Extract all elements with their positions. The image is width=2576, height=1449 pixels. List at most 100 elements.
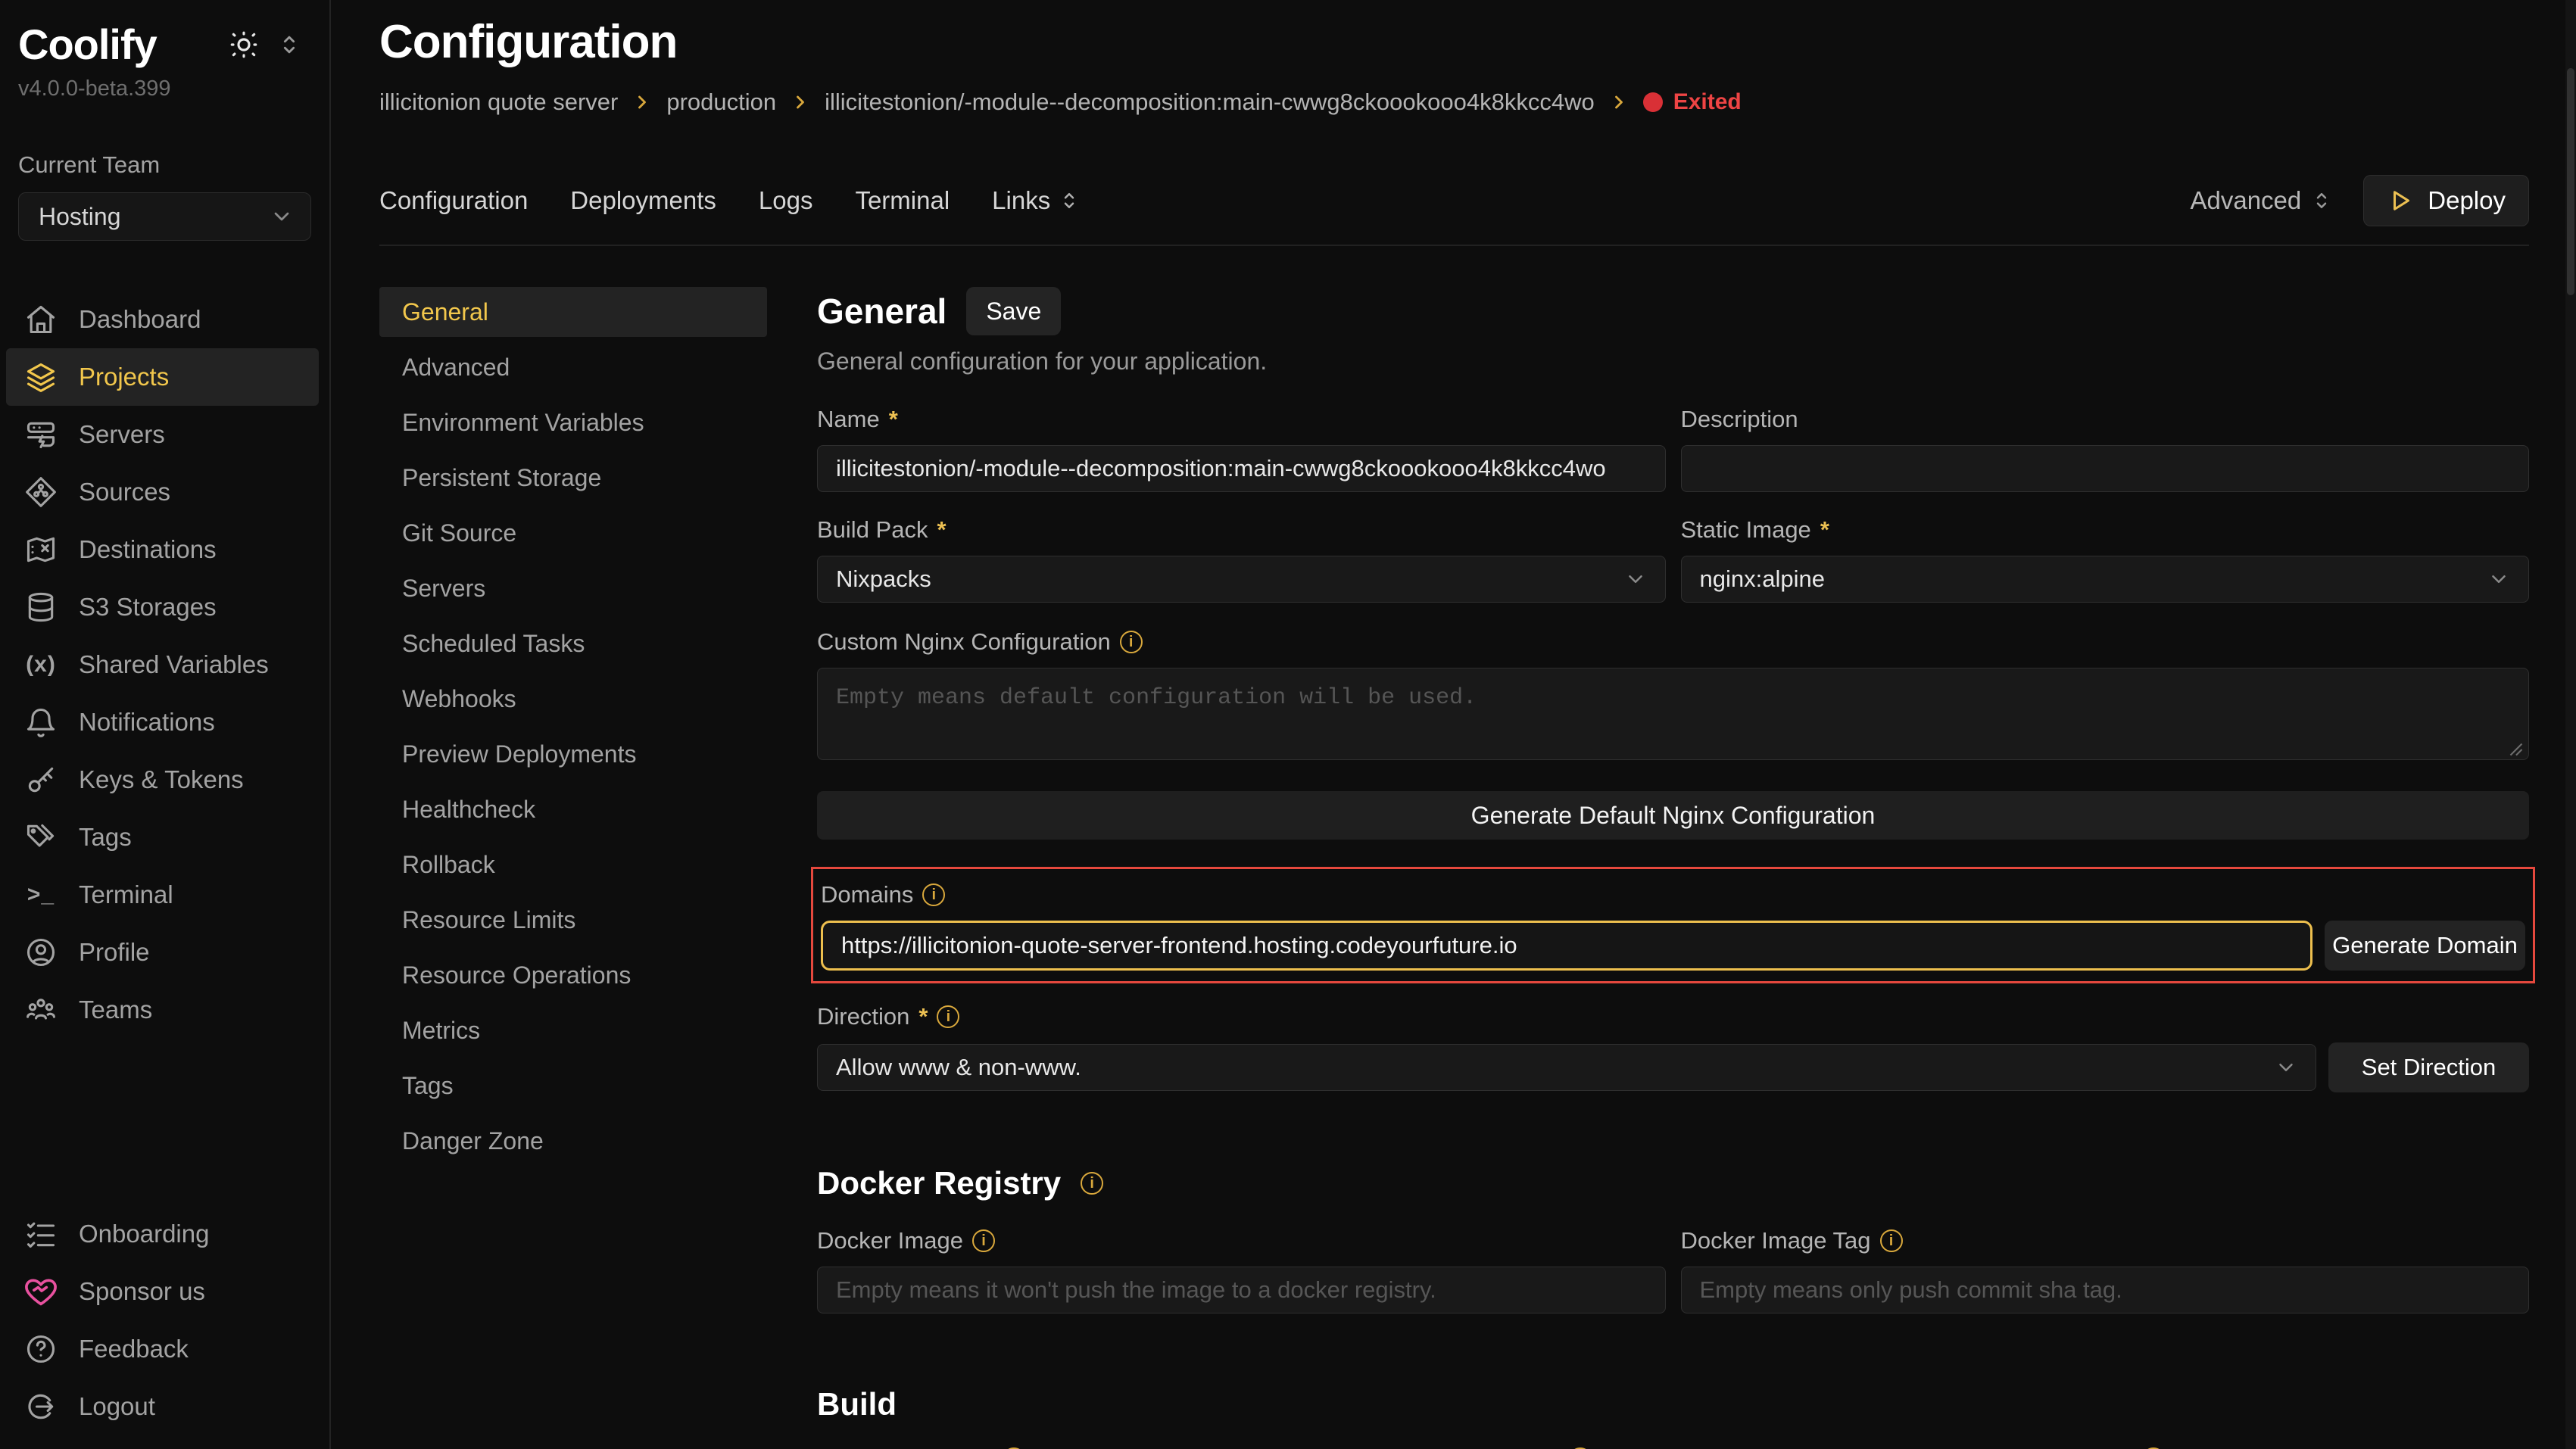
team-select[interactable]: Hosting [18,192,311,241]
layers-icon [24,360,58,394]
app-logo[interactable]: Coolify [18,20,157,69]
sidebar-item-keys-tokens[interactable]: Keys & Tokens [6,751,319,809]
sidebar-item-feedback[interactable]: Feedback [6,1320,319,1378]
checklist-icon [24,1217,58,1251]
custom-nginx-textarea[interactable] [817,668,2529,760]
required-marker: * [889,406,898,433]
config-nav-resource-limits[interactable]: Resource Limits [379,895,767,945]
domains-highlight-box: Domains i Generate Domain [811,867,2535,983]
docker-image-tag-input[interactable] [1681,1267,2530,1313]
required-marker: * [918,1003,928,1030]
instance-switcher-chevrons-icon[interactable] [276,32,302,58]
generate-nginx-button[interactable]: Generate Default Nginx Configuration [817,791,2529,840]
server-rack-icon [24,418,58,451]
config-nav-resource-operations[interactable]: Resource Operations [379,950,767,1000]
config-nav-metrics[interactable]: Metrics [379,1005,767,1055]
status-dot-icon [1643,92,1663,112]
description-label: Description [1681,406,1798,433]
build-pack-select[interactable]: Nixpacks [817,556,1666,603]
current-team-label: Current Team [0,151,329,179]
sidebar-item-sources[interactable]: Sources [6,463,319,521]
info-icon[interactable]: i [972,1229,995,1252]
section-title-general: General [817,291,947,332]
team-select-value: Hosting [39,203,121,231]
config-nav-environment-variables[interactable]: Environment Variables [379,397,767,447]
config-nav-healthcheck[interactable]: Healthcheck [379,784,767,834]
build-command-label: Build Command [1392,1445,1560,1449]
scrollbar-thumb[interactable] [2567,68,2574,295]
breadcrumb-project[interactable]: illicitonion quote server [379,89,618,116]
static-image-select[interactable]: nginx:alpine [1681,556,2530,603]
sidebar-nav: Dashboard Projects Servers Sources [0,291,329,1039]
tab-terminal[interactable]: Terminal [855,186,950,215]
app-root: Coolify v4.0.0-beta.399 Current Team Hos… [0,0,2576,1449]
name-input[interactable] [817,445,1666,492]
breadcrumb-environment[interactable]: production [666,89,776,116]
breadcrumb-chevron-icon [632,92,653,113]
description-input[interactable] [1681,445,2530,492]
chevron-down-icon [270,204,294,229]
config-nav-advanced[interactable]: Advanced [379,342,767,392]
domains-label: Domains [821,881,913,908]
config-nav-persistent-storage[interactable]: Persistent Storage [379,453,767,503]
chevron-down-icon [2487,568,2510,591]
theme-toggle-sun-icon[interactable] [228,29,260,61]
sidebar-item-destinations[interactable]: Destinations [6,521,319,578]
general-form: General Save General configuration for y… [767,246,2529,1449]
scrollbar[interactable] [2565,0,2576,1449]
save-button[interactable]: Save [966,287,1061,335]
map-icon [24,533,58,566]
config-nav-tags[interactable]: Tags [379,1061,767,1111]
deploy-button[interactable]: Deploy [2363,175,2529,226]
sidebar-item-notifications[interactable]: Notifications [6,693,319,751]
sidebar-item-logout[interactable]: Logout [6,1378,319,1435]
config-nav-webhooks[interactable]: Webhooks [379,674,767,724]
sidebar-item-onboarding[interactable]: Onboarding [6,1205,319,1263]
config-nav: General Advanced Environment Variables P… [379,246,767,1449]
key-icon [24,763,58,796]
breadcrumb-application[interactable]: illicitestonion/-module--decomposition:m… [825,89,1595,116]
terminal-prompt-icon: >_ [24,878,58,911]
config-nav-general[interactable]: General [379,287,767,337]
help-circle-icon [24,1332,58,1366]
sidebar-item-terminal[interactable]: >_ Terminal [6,866,319,924]
config-nav-servers[interactable]: Servers [379,563,767,613]
sidebar-item-profile[interactable]: Profile [6,924,319,981]
resize-handle-icon[interactable] [2509,743,2523,756]
config-nav-danger-zone[interactable]: Danger Zone [379,1116,767,1166]
page-title: Configuration [379,15,2529,69]
sidebar-item-tags[interactable]: Tags [6,809,319,866]
docker-image-tag-label: Docker Image Tag [1681,1227,1871,1254]
direction-select[interactable]: Allow www & non-www. [817,1044,2316,1091]
info-icon[interactable]: i [937,1005,959,1028]
docker-image-input[interactable] [817,1267,1666,1313]
variable-icon: (x) [24,648,58,681]
tab-deployments[interactable]: Deployments [570,186,716,215]
config-nav-preview-deployments[interactable]: Preview Deployments [379,729,767,779]
info-icon[interactable]: i [1120,631,1143,653]
tab-links[interactable]: Links [992,186,1081,215]
info-icon[interactable]: i [922,883,945,906]
config-nav-git-source[interactable]: Git Source [379,508,767,558]
sidebar-item-shared-variables[interactable]: (x) Shared Variables [6,636,319,693]
sidebar-item-sponsor-us[interactable]: Sponsor us [6,1263,319,1320]
set-direction-button[interactable]: Set Direction [2328,1042,2529,1092]
sidebar-item-teams[interactable]: Teams [6,981,319,1039]
advanced-selector[interactable]: Advanced [2190,186,2333,215]
tab-logs[interactable]: Logs [759,186,813,215]
heart-icon [24,1275,58,1308]
config-nav-scheduled-tasks[interactable]: Scheduled Tasks [379,619,767,668]
sidebar-item-s3-storages[interactable]: S3 Storages [6,578,319,636]
sidebar-item-projects[interactable]: Projects [6,348,319,406]
user-circle-icon [24,936,58,969]
domains-input[interactable] [821,921,2312,971]
generate-domain-button[interactable]: Generate Domain [2325,921,2525,971]
database-icon [24,591,58,624]
info-icon[interactable]: i [1081,1172,1103,1195]
tab-configuration[interactable]: Configuration [379,186,528,215]
chevrons-up-down-icon [1058,189,1081,212]
info-icon[interactable]: i [1880,1229,1903,1252]
config-nav-rollback[interactable]: Rollback [379,840,767,890]
sidebar-item-servers[interactable]: Servers [6,406,319,463]
sidebar-item-dashboard[interactable]: Dashboard [6,291,319,348]
